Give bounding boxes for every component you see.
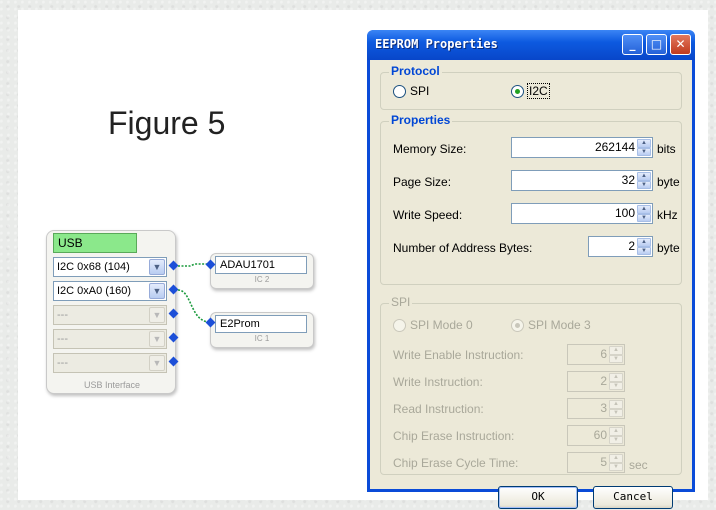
read-instruction-input: 3 ▲ ▼ <box>567 398 625 419</box>
ic-name: ADAU1701 <box>215 256 307 274</box>
ic-block-e2prom[interactable]: E2Prom IC 1 <box>210 312 314 348</box>
write-enable-instruction-label: Write Enable Instruction: <box>393 348 524 362</box>
address-bytes-unit: byte <box>657 241 680 255</box>
dialog-client-area: Protocol SPI I2C Properties Memory Size:… <box>370 60 692 509</box>
spi-mode-3-label: SPI Mode 3 <box>528 318 591 332</box>
memory-size-input[interactable]: 262144 ▲ ▼ <box>511 137 653 158</box>
eeprom-properties-dialog[interactable]: EEPROM Properties _ □ ✕ Protocol SPI I2C… <box>367 30 695 509</box>
chip-erase-cycle-time-value: 5 <box>600 455 607 469</box>
spin-arrows-icon[interactable]: ▲ ▼ <box>637 238 651 255</box>
spin-arrows-icon[interactable]: ▲ ▼ <box>637 139 651 156</box>
write-speed-value: 100 <box>614 206 635 220</box>
spi-mode-3-radio <box>511 319 524 332</box>
memory-size-label: Memory Size: <box>393 142 467 156</box>
spin-arrows-icon: ▲ ▼ <box>609 346 623 363</box>
write-speed-unit: kHz <box>657 208 678 222</box>
cancel-button[interactable]: Cancel <box>593 486 673 509</box>
read-instruction-value: 3 <box>600 401 607 415</box>
dialog-title: EEPROM Properties <box>375 37 498 51</box>
chip-erase-instruction-label: Chip Erase Instruction: <box>393 429 515 443</box>
address-bytes-input[interactable]: 2 ▲ ▼ <box>588 236 653 257</box>
dialog-titlebar[interactable]: EEPROM Properties _ □ ✕ <box>367 30 695 60</box>
spin-arrows-icon: ▲ ▼ <box>609 373 623 390</box>
ic-id-label: IC 2 <box>254 275 270 284</box>
spi-group-label: SPI <box>389 295 413 309</box>
read-instruction-label: Read Instruction: <box>393 402 484 416</box>
memory-size-unit: bits <box>657 142 676 156</box>
spin-arrows-icon: ▲ ▼ <box>609 400 623 417</box>
memory-size-value: 262144 <box>594 140 635 154</box>
properties-group: Properties Memory Size: 262144 ▲ ▼ bits P… <box>380 113 682 285</box>
spin-arrows-icon[interactable]: ▲ ▼ <box>637 205 651 222</box>
spin-arrows-icon: ▲ ▼ <box>609 427 623 444</box>
address-bytes-label: Number of Address Bytes: <box>393 241 533 255</box>
wire-to-e2prom <box>177 289 211 323</box>
close-button[interactable]: ✕ <box>670 34 691 55</box>
address-bytes-value: 2 <box>628 239 635 253</box>
minimize-button[interactable]: _ <box>622 34 643 55</box>
ic-id-label: IC 1 <box>254 334 270 343</box>
chip-erase-cycle-time-label: Chip Erase Cycle Time: <box>393 456 519 470</box>
page-size-unit: byte <box>657 175 680 189</box>
spi-radio-label[interactable]: SPI <box>410 84 429 98</box>
spi-radio[interactable] <box>393 85 406 98</box>
protocol-group-label: Protocol <box>389 64 442 78</box>
spin-arrows-icon: ▲ ▼ <box>609 454 623 471</box>
page-size-value: 32 <box>621 173 635 187</box>
properties-group-label: Properties <box>389 113 453 127</box>
spin-arrows-icon[interactable]: ▲ ▼ <box>637 172 651 189</box>
chip-erase-cycle-time-unit: sec <box>629 458 648 472</box>
write-enable-instruction-value: 6 <box>600 347 607 361</box>
ok-button[interactable]: OK <box>498 486 578 509</box>
ic-name: E2Prom <box>215 315 307 333</box>
write-enable-instruction-input: 6 ▲ ▼ <box>567 344 625 365</box>
write-instruction-label: Write Instruction: <box>393 375 483 389</box>
i2c-radio-label[interactable]: I2C <box>527 83 550 99</box>
i2c-radio[interactable] <box>511 85 524 98</box>
spi-mode-0-label: SPI Mode 0 <box>410 318 473 332</box>
ic-block-adau1701[interactable]: ADAU1701 IC 2 <box>210 253 314 289</box>
protocol-group: Protocol SPI I2C <box>380 64 682 110</box>
write-instruction-value: 2 <box>600 374 607 388</box>
spi-mode-0-radio <box>393 319 406 332</box>
chip-erase-instruction-value: 60 <box>593 428 607 442</box>
chip-erase-cycle-time-input: 5 ▲ ▼ <box>567 452 625 473</box>
write-instruction-input: 2 ▲ ▼ <box>567 371 625 392</box>
chip-erase-instruction-input: 60 ▲ ▼ <box>567 425 625 446</box>
write-speed-label: Write Speed: <box>393 208 463 222</box>
spi-group: SPI SPI Mode 0 SPI Mode 3 Write Enable I… <box>380 295 682 475</box>
page-size-input[interactable]: 32 ▲ ▼ <box>511 170 653 191</box>
page-size-label: Page Size: <box>393 175 452 189</box>
write-speed-input[interactable]: 100 ▲ ▼ <box>511 203 653 224</box>
maximize-button[interactable]: □ <box>646 34 667 55</box>
